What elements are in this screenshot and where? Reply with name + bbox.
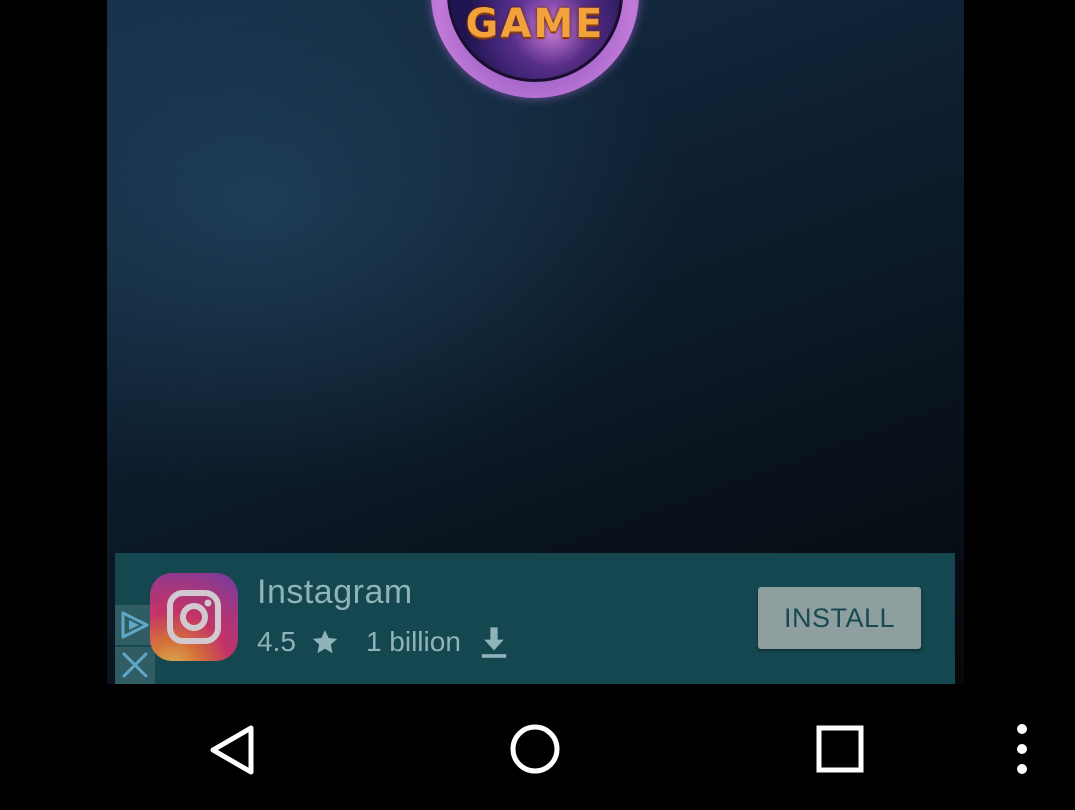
more-vert-icon[interactable]: [1006, 721, 1038, 777]
install-button[interactable]: INSTALL: [758, 587, 921, 649]
ad-downloads: 1 billion: [365, 626, 461, 657]
ad-rating: 4.5: [257, 626, 296, 657]
app-screen: GAME Instagram 4.5 1 billion INSTALL: [0, 0, 1075, 810]
game-logo: GAME: [431, 0, 639, 98]
close-icon[interactable]: [115, 647, 155, 684]
navigation-bar: [0, 684, 1075, 810]
ad-app-name[interactable]: Instagram: [257, 573, 413, 612]
star-icon: [312, 630, 338, 654]
ad-choices-icon[interactable]: [115, 605, 155, 645]
ad-app-meta: 4.5 1 billion: [257, 625, 509, 659]
instagram-icon[interactable]: [150, 573, 238, 661]
ad-banner[interactable]: Instagram 4.5 1 billion INSTALL: [115, 553, 955, 684]
recents-icon[interactable]: [812, 721, 868, 777]
back-icon[interactable]: [205, 722, 261, 778]
game-logo-badge: GAME: [447, 0, 623, 82]
game-logo-text: GAME: [465, 1, 605, 47]
download-icon: [481, 627, 507, 658]
home-icon[interactable]: [507, 721, 563, 777]
